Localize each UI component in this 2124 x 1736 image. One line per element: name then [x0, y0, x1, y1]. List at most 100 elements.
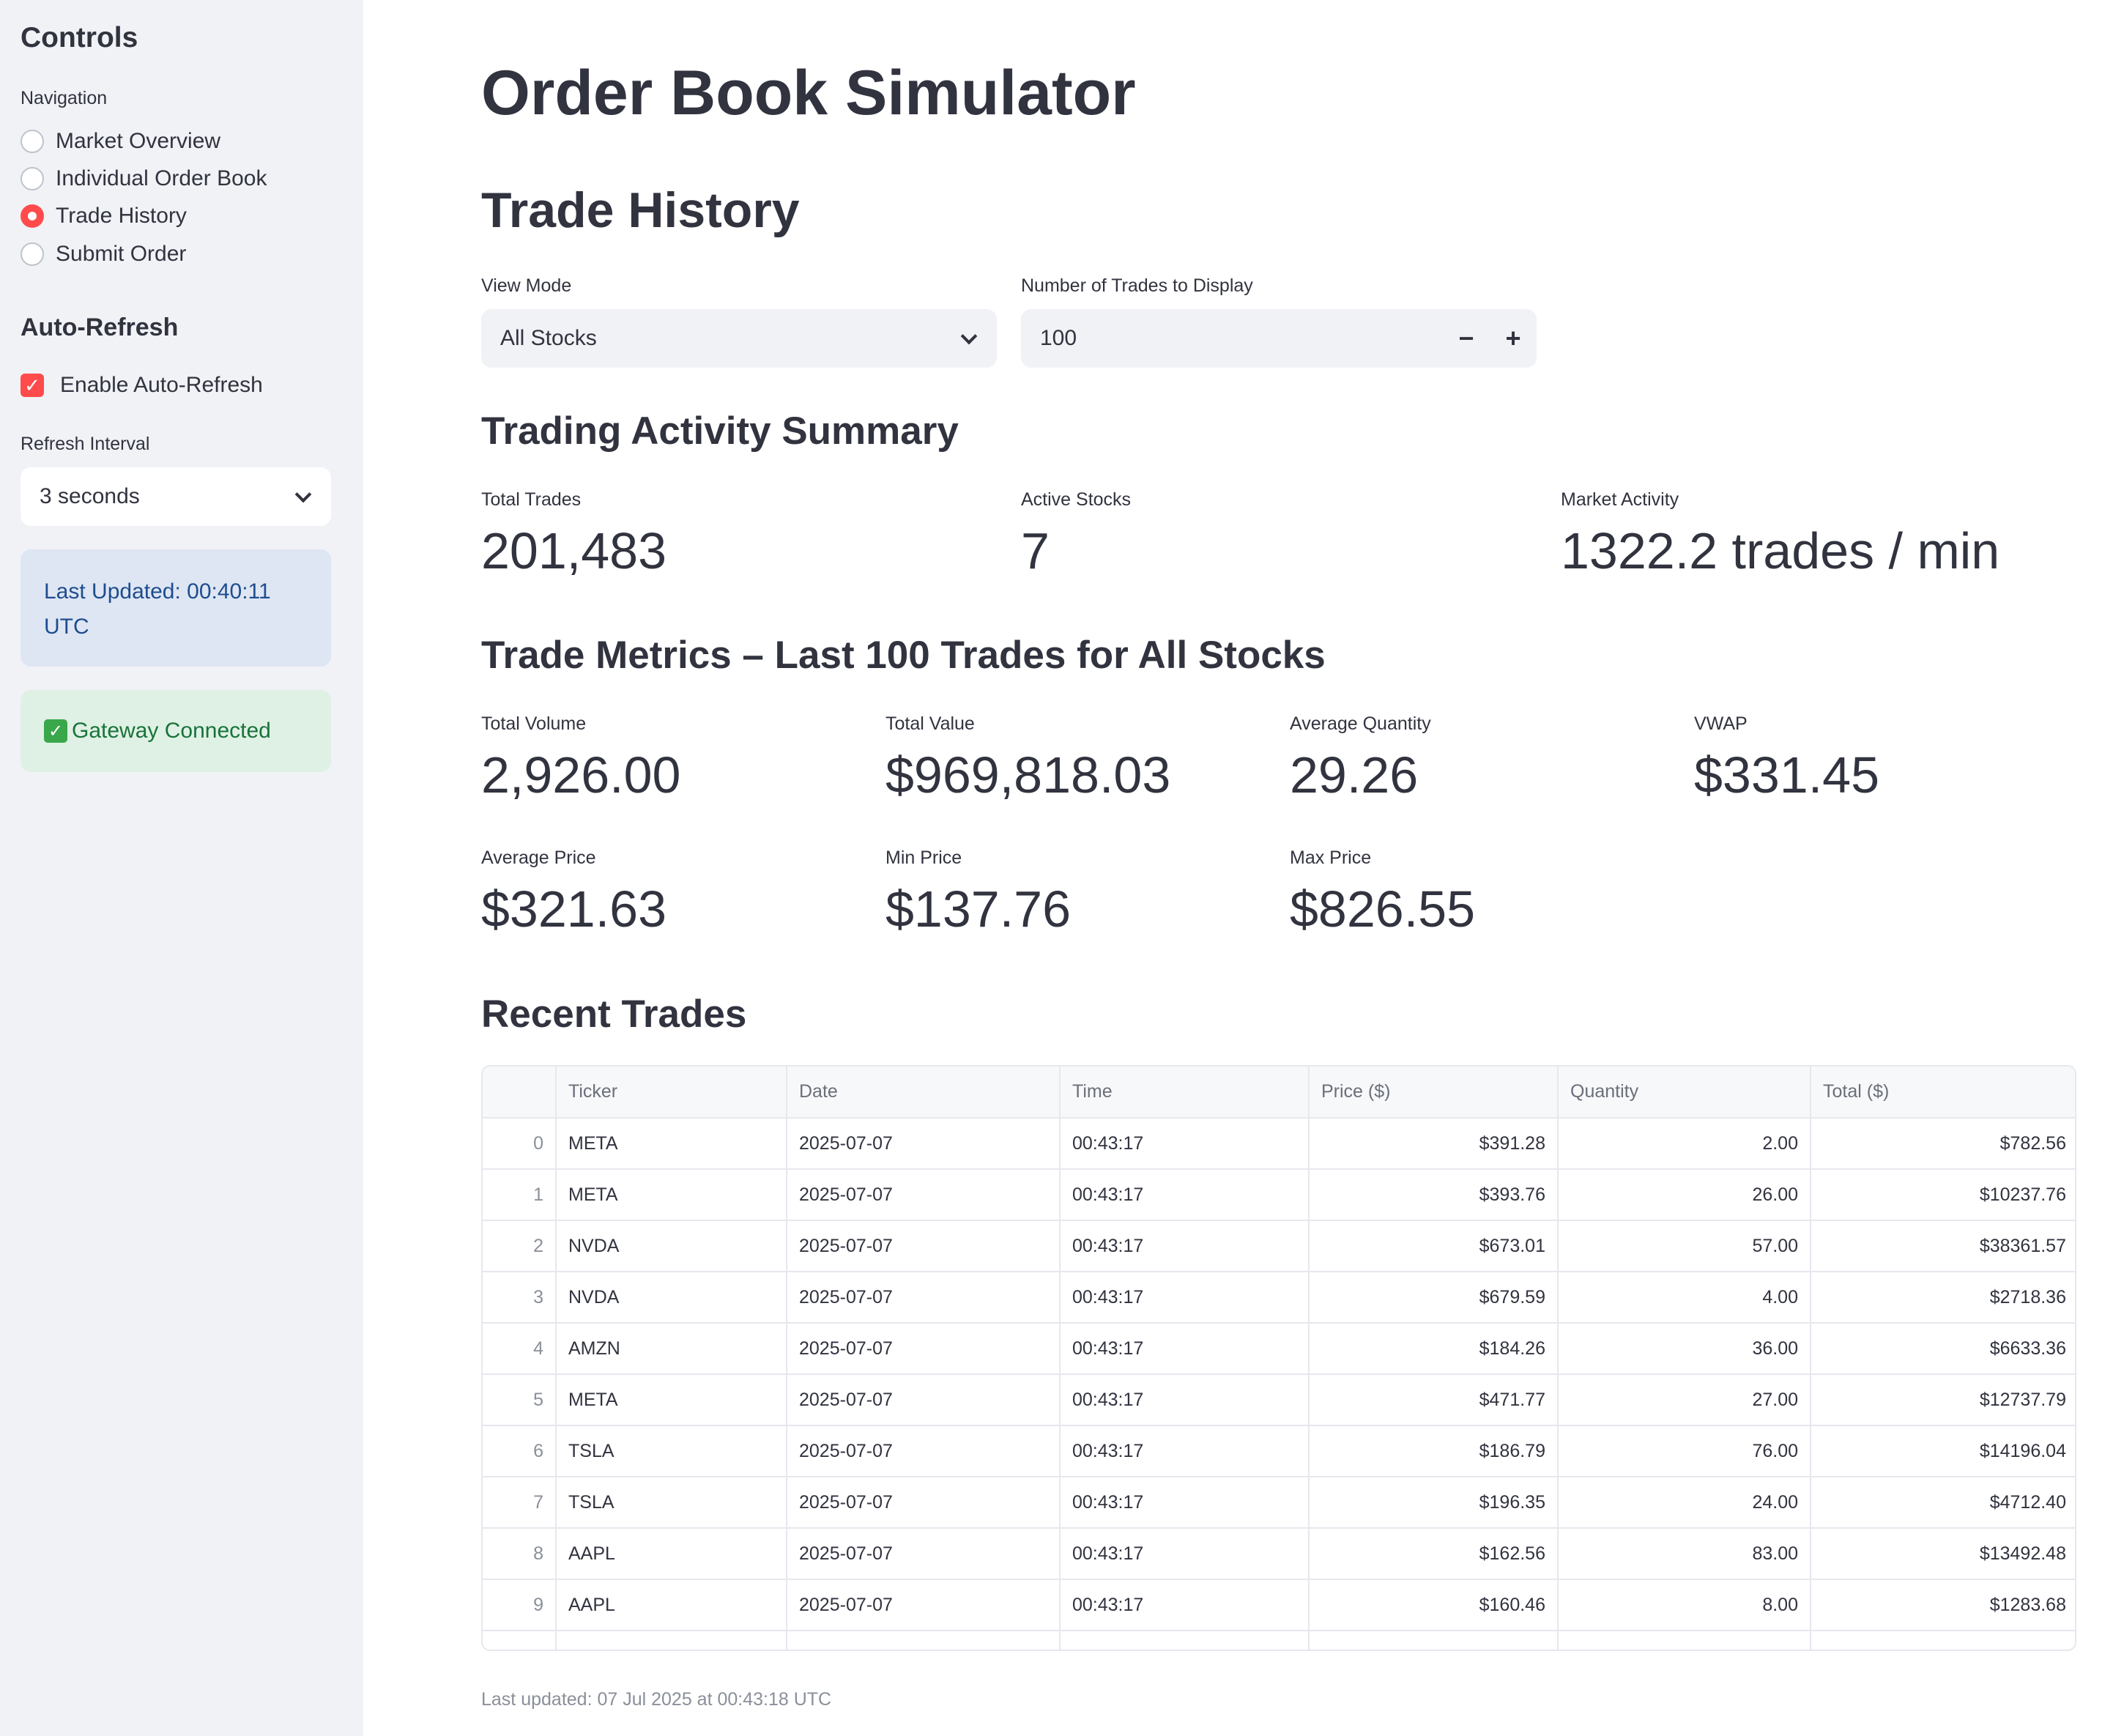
cell-ticker: TSLA [556, 1477, 787, 1529]
cell-date: 2025-07-07 [787, 1477, 1061, 1529]
page-title: Order Book Simulator [481, 58, 1136, 128]
column-header-date[interactable]: Date [787, 1067, 1061, 1119]
cell-quantity: 76.00 [1558, 1425, 1811, 1477]
nav-option-trade-history[interactable]: Trade History [21, 201, 187, 231]
column-header-price[interactable]: Price ($) [1309, 1067, 1559, 1119]
table-header-row: Ticker Date Time Price ($) Quantity Tota… [483, 1067, 2075, 1119]
metric-label: Max Price [1290, 847, 1372, 868]
navigation-label: Navigation [21, 88, 108, 108]
cell-total: $4712.40 [1811, 1477, 2075, 1529]
cell-time: 00:43:17 [1060, 1220, 1310, 1272]
cell-date [787, 1631, 1061, 1650]
table-row: 9 AAPL 2025-07-07 00:43:17 $160.46 8.00 … [483, 1579, 2075, 1631]
num-trades-number-input: − + [1021, 309, 1537, 368]
checkmark-icon: ✓ [21, 374, 44, 397]
metric-label: Total Volume [481, 713, 587, 734]
cell-quantity: 83.00 [1558, 1528, 1811, 1580]
nav-option-submit-order[interactable]: Submit Order [21, 240, 186, 269]
gateway-status: ✓ Gateway Connected [21, 690, 331, 772]
cell-ticker: AAPL [556, 1528, 787, 1580]
cell-time: 00:43:17 [1060, 1323, 1310, 1375]
row-index: 7 [483, 1477, 557, 1529]
check-mark-icon: ✓ [44, 719, 67, 743]
last-updated-footer: Last updated: 07 Jul 2025 at 00:43:18 UT… [481, 1689, 832, 1710]
nav-option-label: Individual Order Book [56, 166, 267, 190]
metric-label: Total Trades [481, 489, 582, 510]
increment-button[interactable]: + [1490, 309, 1537, 368]
refresh-interval-value: 3 seconds [40, 484, 140, 508]
cell-quantity: 27.00 [1558, 1374, 1811, 1426]
trading-activity-summary-heading: Trading Activity Summary [481, 409, 959, 453]
cell-price: $471.77 [1309, 1374, 1559, 1426]
cell-ticker: META [556, 1118, 787, 1170]
metric-value: 1322.2 trades / min [1561, 522, 2000, 579]
cell-price: $393.76 [1309, 1169, 1559, 1221]
metric-label: Total Value [885, 713, 975, 734]
table-row: 5 META 2025-07-07 00:43:17 $471.77 27.00… [483, 1374, 2075, 1426]
metric-value: 29.26 [1290, 746, 1419, 804]
cell-quantity: 57.00 [1558, 1220, 1811, 1272]
cell-time: 00:43:17 [1060, 1374, 1310, 1426]
cell-quantity: 36.00 [1558, 1323, 1811, 1375]
nav-option-individual-order-book[interactable]: Individual Order Book [21, 164, 267, 193]
metric-value: 2,926.00 [481, 746, 681, 804]
column-header-ticker[interactable]: Ticker [556, 1067, 787, 1119]
table-row: 2 NVDA 2025-07-07 00:43:17 $673.01 57.00… [483, 1220, 2075, 1272]
metric-value: $969,818.03 [885, 746, 1171, 804]
row-index: 1 [483, 1169, 557, 1221]
cell-ticker [556, 1631, 787, 1650]
metric-value: 201,483 [481, 522, 667, 579]
row-index: 0 [483, 1118, 557, 1170]
metric-value: $826.55 [1290, 880, 1476, 938]
cell-date: 2025-07-07 [787, 1323, 1061, 1375]
cell-price: $679.59 [1309, 1272, 1559, 1324]
view-mode-select[interactable]: All Stocks [481, 309, 997, 368]
metric-value: 7 [1021, 522, 1050, 579]
refresh-interval-select[interactable]: 3 seconds [21, 467, 331, 526]
cell-time: 00:43:17 [1060, 1169, 1310, 1221]
section-title: Trade History [481, 182, 800, 238]
radio-icon [21, 167, 44, 190]
cell-date: 2025-07-07 [787, 1374, 1061, 1426]
decrement-button[interactable]: − [1443, 309, 1490, 368]
num-trades-label: Number of Trades to Display [1021, 275, 1253, 296]
cell-quantity: 2.00 [1558, 1118, 1811, 1170]
column-header-time[interactable]: Time [1060, 1067, 1310, 1119]
row-index [483, 1631, 557, 1650]
cell-total: $10237.76 [1811, 1169, 2075, 1221]
cell-time: 00:43:17 [1060, 1477, 1310, 1529]
row-index: 8 [483, 1528, 557, 1580]
cell-quantity: 24.00 [1558, 1477, 1811, 1529]
recent-trades-table[interactable]: Ticker Date Time Price ($) Quantity Tota… [481, 1065, 2076, 1651]
cell-total: $782.56 [1811, 1118, 2075, 1170]
column-header-total[interactable]: Total ($) [1811, 1067, 2075, 1119]
cell-date: 2025-07-07 [787, 1118, 1061, 1170]
radio-icon [21, 242, 44, 266]
last-updated-info: Last Updated: 00:40:11 UTC [21, 549, 331, 667]
table-row: 1 META 2025-07-07 00:43:17 $393.76 26.00… [483, 1169, 2075, 1221]
column-header-quantity[interactable]: Quantity [1558, 1067, 1811, 1119]
cell-price: $673.01 [1309, 1220, 1559, 1272]
row-index: 6 [483, 1425, 557, 1477]
row-index: 5 [483, 1374, 557, 1426]
nav-option-market-overview[interactable]: Market Overview [21, 127, 220, 156]
metric-label: Active Stocks [1021, 489, 1132, 510]
auto-refresh-heading: Auto-Refresh [21, 314, 179, 341]
refresh-interval-label: Refresh Interval [21, 434, 150, 454]
cell-ticker: TSLA [556, 1425, 787, 1477]
metric-label: Min Price [885, 847, 962, 868]
cell-time: 00:43:17 [1060, 1118, 1310, 1170]
cell-ticker: AMZN [556, 1323, 787, 1375]
num-trades-input[interactable] [1021, 309, 1443, 368]
table-body: 0 META 2025-07-07 00:43:17 $391.28 2.00 … [483, 1118, 2075, 1650]
cell-ticker: META [556, 1374, 787, 1426]
enable-auto-refresh-checkbox[interactable]: ✓ Enable Auto-Refresh [21, 371, 263, 400]
cell-date: 2025-07-07 [787, 1169, 1061, 1221]
cell-time: 00:43:17 [1060, 1579, 1310, 1631]
table-row: 3 NVDA 2025-07-07 00:43:17 $679.59 4.00 … [483, 1272, 2075, 1324]
nav-option-label: Submit Order [56, 242, 187, 266]
metric-label: Market Activity [1561, 489, 1679, 510]
cell-ticker: AAPL [556, 1579, 787, 1631]
cell-total: $12737.79 [1811, 1374, 2075, 1426]
view-mode-value: All Stocks [500, 326, 597, 350]
